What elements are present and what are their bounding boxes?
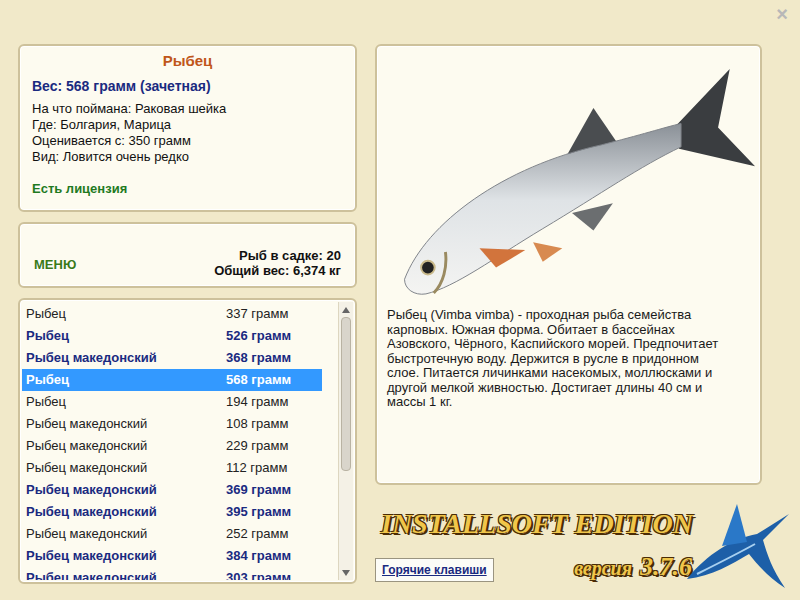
keepnet-weight: Общий вес: 6,374 кг [214, 263, 341, 278]
menu-panel: МЕНЮ Рыб в садке: 20Общий вес: 6,374 кг [18, 222, 357, 288]
arrow-up-icon [342, 307, 350, 313]
fish-row-weight: 369 грамм [226, 480, 291, 500]
fish-name: Рыбец [32, 50, 343, 73]
hotkeys-button[interactable]: Горячие клавиши [375, 558, 494, 582]
content: Рыбец Вес: 568 грамм (зачетная) На что пой… [0, 44, 800, 600]
catch-detail: Где: Болгария, Марица [32, 117, 343, 133]
fish-row-weight: 112 грамм [226, 458, 287, 478]
fish-row-name: Рыбец македонский [26, 524, 226, 544]
version: версия 3.7.6 [574, 547, 692, 586]
fish-row-name: Рыбец македонский [26, 414, 226, 434]
fish-row-name: Рыбец [26, 326, 226, 346]
fish-info-panel: Рыбец (Vimba vimba) - проходная рыба сем… [375, 44, 762, 485]
arrow-down-icon [342, 570, 350, 576]
catch-details: На что поймана: Раковая шейкаГде: Болгар… [32, 101, 343, 165]
keepnet-count: Рыб в садке: 20 [239, 248, 341, 263]
fish-row[interactable]: Рыбец194 грамм [22, 391, 322, 413]
footer: INSTALLSOFT EDITION Горячие клавиши версия… [375, 485, 762, 600]
scroll-track [339, 317, 353, 565]
fish-picture [377, 46, 760, 308]
fish-row[interactable]: Рыбец македонский369 грамм [22, 479, 322, 501]
left-column: Рыбец Вес: 568 грамм (зачетная) На что пой… [18, 44, 357, 600]
catch-info-panel: Рыбец Вес: 568 грамм (зачетная) На что пой… [18, 44, 357, 212]
list-scrollbar[interactable] [338, 302, 353, 580]
logo-text: INSTALLSOFT EDITION [375, 507, 762, 541]
fish-row[interactable]: Рыбец568 грамм [22, 369, 322, 391]
menu-button[interactable]: МЕНЮ [34, 255, 76, 275]
fish-row-name: Рыбец македонский [26, 546, 226, 566]
title-bar: × [0, 0, 800, 44]
marlin-icon [677, 484, 792, 594]
fish-row-name: Рыбец македонский [26, 348, 226, 368]
fish-row[interactable]: Рыбец337 грамм [22, 303, 322, 325]
fish-row-weight: 252 грамм [226, 524, 288, 544]
fish-row-weight: 568 грамм [226, 370, 291, 390]
fish-row[interactable]: Рыбец македонский112 грамм [22, 457, 322, 479]
right-column: Рыбец (Vimba vimba) - проходная рыба сем… [375, 44, 762, 600]
version-label: версия [574, 553, 632, 583]
fish-row[interactable]: Рыбец македонский252 грамм [22, 523, 322, 545]
fish-row-weight: 194 грамм [226, 392, 288, 412]
catch-weight: Вес: 568 грамм (зачетная) [32, 76, 343, 97]
catch-detail: Вид: Ловится очень редко [32, 149, 343, 165]
scroll-up-button[interactable] [339, 302, 353, 317]
fish-row[interactable]: Рыбец македонский384 грамм [22, 545, 322, 567]
catch-detail: На что поймана: Раковая шейка [32, 101, 343, 117]
fish-row[interactable]: Рыбец македонский395 грамм [22, 501, 322, 523]
close-button[interactable]: × [776, 4, 788, 24]
fish-row-name: Рыбец [26, 304, 226, 324]
fish-row[interactable]: Рыбец македонский368 грамм [22, 347, 322, 369]
version-number: 3.7.6 [640, 547, 692, 586]
fish-row-weight: 526 грамм [226, 326, 291, 346]
fish-row[interactable]: Рыбец македонский108 грамм [22, 413, 322, 435]
fish-row-weight: 303 грамм [226, 568, 291, 580]
fish-row-name: Рыбец македонский [26, 568, 226, 580]
fish-row-weight: 368 грамм [226, 348, 291, 368]
fish-row-weight: 337 грамм [226, 304, 288, 324]
fish-row-weight: 384 грамм [226, 546, 291, 566]
fish-row-name: Рыбец македонский [26, 502, 226, 522]
fish-catch-window: × Рыбец Вес: 568 грамм (зачетная) На что по… [0, 0, 800, 600]
scroll-down-button[interactable] [339, 565, 353, 580]
fish-list-panel: Рыбец337 граммРыбец526 граммРыбец македо… [18, 298, 357, 584]
scroll-thumb[interactable] [341, 317, 351, 471]
fish-row-name: Рыбец македонский [26, 458, 226, 478]
keepnet-summary: Рыб в садке: 20Общий вес: 6,374 кг [214, 248, 341, 278]
fish-icon [387, 54, 757, 304]
fish-row-name: Рыбец [26, 370, 226, 390]
fish-row-weight: 229 грамм [226, 436, 288, 456]
fish-row-name: Рыбец македонский [26, 480, 226, 500]
fish-row[interactable]: Рыбец македонский303 грамм [22, 567, 322, 580]
fish-row-name: Рыбец македонский [26, 436, 226, 456]
license-status: Есть лицензия [32, 179, 343, 199]
fish-row-weight: 108 грамм [226, 414, 288, 434]
fish-row[interactable]: Рыбец македонский229 грамм [22, 435, 322, 457]
fish-list: Рыбец337 граммРыбец526 граммРыбец македо… [22, 302, 338, 580]
catch-detail: Оценивается с: 350 грамм [32, 133, 343, 149]
fish-row-weight: 395 грамм [226, 502, 291, 522]
fish-description: Рыбец (Vimba vimba) - проходная рыба сем… [377, 308, 760, 410]
fish-row-name: Рыбец [26, 392, 226, 412]
fish-row[interactable]: Рыбец526 грамм [22, 325, 322, 347]
